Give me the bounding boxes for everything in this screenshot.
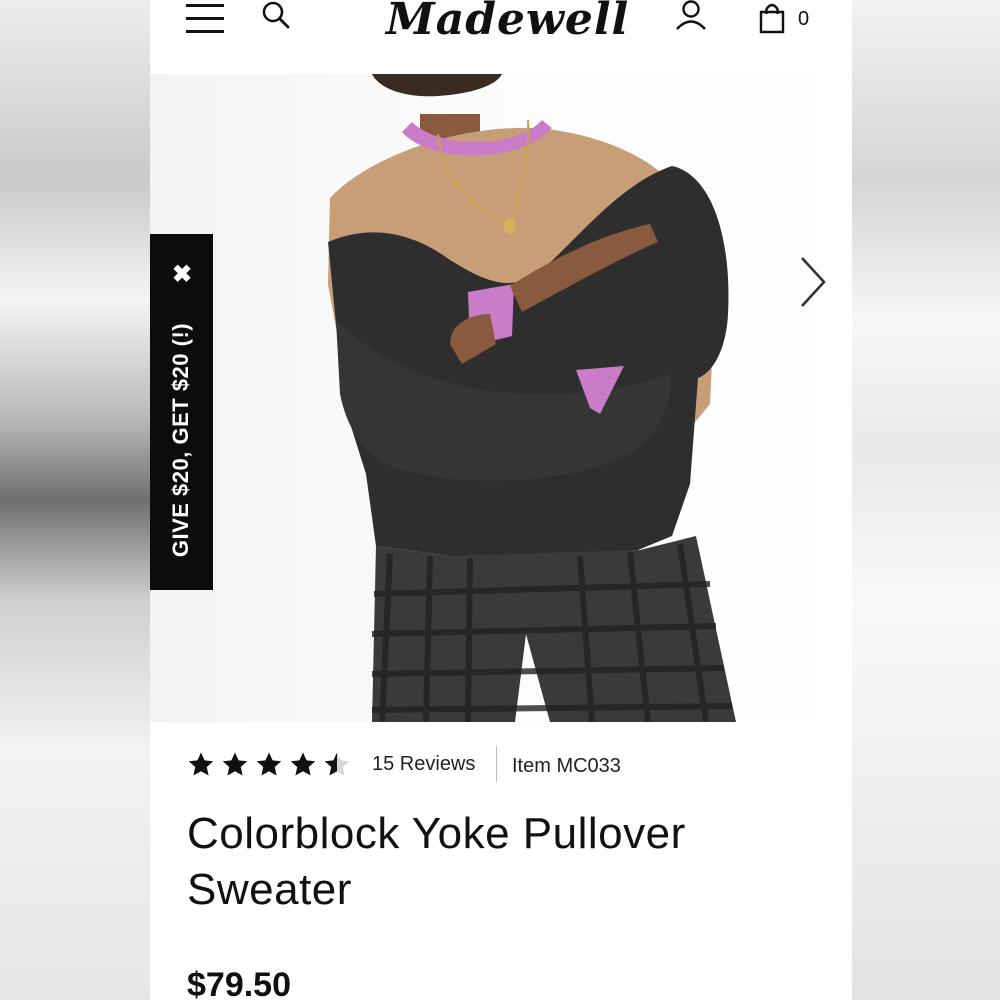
product-image-carousel[interactable] xyxy=(150,74,852,722)
blurred-background-left xyxy=(0,0,150,1000)
star-icon xyxy=(222,752,248,776)
product-info: 15 Reviews Item MC033 Colorblock Yoke Pu… xyxy=(150,722,852,1000)
product-price: $79.50 xyxy=(187,966,291,1000)
half-star-icon xyxy=(324,752,350,776)
search-icon[interactable] xyxy=(260,0,292,32)
next-image-arrow[interactable] xyxy=(796,252,830,312)
brand-logo[interactable]: Madewell xyxy=(386,0,628,48)
close-icon[interactable]: ✖ xyxy=(167,260,197,290)
star-icon xyxy=(256,752,282,776)
promo-text: GIVE $20, GET $20 (!) xyxy=(168,322,193,558)
phone-screen: Madewell 0 ✖ GIVE $20, GET $20 (!) 15 Re… xyxy=(150,0,852,1000)
site-header: Madewell 0 xyxy=(150,0,852,75)
star-icon xyxy=(290,752,316,776)
divider xyxy=(496,746,497,782)
product-photo xyxy=(328,74,736,722)
referral-promo-tab[interactable]: ✖ GIVE $20, GET $20 (!) xyxy=(150,234,213,590)
blurred-background-right xyxy=(852,0,1000,1000)
star-icon xyxy=(188,752,214,776)
menu-icon[interactable] xyxy=(186,4,226,34)
product-title: Colorblock Yoke Pullover Sweater xyxy=(187,809,686,914)
shopping-bag-icon[interactable] xyxy=(758,2,786,34)
bag-count: 0 xyxy=(798,8,810,30)
item-number: Item MC033 xyxy=(512,755,621,777)
account-icon[interactable] xyxy=(674,0,708,32)
reviews-link[interactable]: 15 Reviews xyxy=(372,753,475,776)
star-rating[interactable] xyxy=(186,750,352,780)
